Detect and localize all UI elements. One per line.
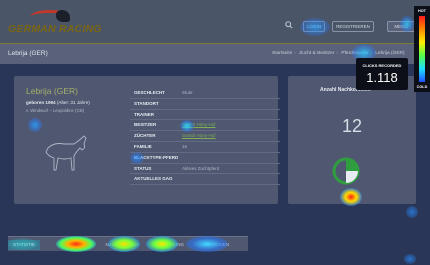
detail-label: TRAINER [134, 111, 154, 117]
search-icon[interactable] [285, 21, 293, 29]
detail-label: BLACKTYPE-PFERD [134, 154, 179, 160]
register-button[interactable]: REGISTRIEREN [332, 21, 374, 32]
detail-label: BESITZER [134, 122, 157, 128]
horse-name: Lebrija (GER) [26, 86, 78, 96]
german-racing-logo[interactable]: GERMAN RACING [8, 10, 101, 36]
tab-auktionen[interactable]: AUKTIONEN [194, 240, 238, 250]
detail-row-besitzer: BESITZER Gestüt Höny-Hof [130, 120, 280, 132]
detail-label: FAMILIE [134, 143, 152, 149]
horse-birth: geboren 1994 (Alter: 31 Jahre) [26, 100, 90, 105]
detail-value: Stute [182, 90, 193, 95]
offspring-pie-chart [332, 157, 360, 185]
profile-tabs: STATISTIK RENNEN NACHKOMMEN ABSTAMMUNG A… [8, 236, 248, 251]
detail-label: STATUS [134, 165, 152, 171]
detail-row-familie: FAMILIE 16 [130, 142, 280, 153]
horse-details-table: GESCHLECHT Stute STANDORT TRAINER BESITZE… [130, 88, 280, 186]
breadcrumb-separator: › [336, 51, 339, 56]
detail-row-geschlecht: GESCHLECHT Stute [130, 88, 280, 99]
detail-row-status: STATUS Aktives Zuchtpferd [130, 164, 280, 175]
breadcrumb-separator: › [370, 51, 372, 56]
detail-value: 16 [182, 143, 188, 149]
detail-row-blacktype: BLACKTYPE-PFERD [130, 153, 280, 164]
horse-profile-card: Lebrija (GER) geboren 1994 (Alter: 31 Ja… [14, 76, 280, 204]
legend-gradient-bar [419, 16, 425, 82]
horse-illustration-icon [45, 135, 87, 171]
tab-statistik[interactable]: STATISTIK [8, 240, 40, 250]
heatmap-legend: HOT COLD [414, 6, 430, 92]
breadcrumb-item-home[interactable]: Startseite [272, 51, 292, 56]
logo-horse-icon [56, 10, 70, 22]
detail-label: AKTUELLES GAG [134, 176, 173, 182]
page-title: Lebrija (GER) [8, 50, 48, 57]
offspring-card: Anzahl Nachkommen 12 [288, 76, 416, 204]
tab-abstammung[interactable]: ABSTAMMUNG [148, 240, 188, 250]
clicks-recorded-value: 1.118 [366, 70, 398, 85]
owner-link[interactable]: Gestüt Höny-Hof [182, 122, 216, 127]
breadcrumb-separator: › [294, 51, 296, 56]
horse-born-year: geboren 1994 [26, 100, 56, 105]
legend-cold-label: COLD [416, 85, 428, 89]
detail-value: Aktives Zuchtpferd [182, 165, 220, 171]
detail-row-zuechter: ZÜCHTER Gestüt Höny-Hof [130, 131, 280, 142]
horse-age: (Alter: 31 Jahre) [56, 100, 90, 105]
login-button[interactable]: LOGIN [303, 21, 325, 32]
clicks-recorded-label: CLICKS RECORDED [362, 63, 402, 68]
breadcrumb: Startseite › Zucht & Besitzer › Pferdesuch… [272, 51, 407, 56]
detail-row-trainer: TRAINER [130, 110, 280, 121]
detail-label: ZÜCHTER [134, 133, 156, 139]
menu-button[interactable]: MENÜ [387, 21, 415, 32]
breadcrumb-item-current: Lebrija (GER) [375, 51, 405, 56]
tab-rennen[interactable]: RENNEN [52, 240, 92, 250]
detail-row-standort: STANDORT [130, 99, 280, 110]
heat-spot [406, 206, 418, 218]
breadcrumb-item-search[interactable]: Pferdesuche [341, 51, 368, 56]
detail-label: STANDORT [134, 100, 159, 106]
site-header: GERMAN RACING LOGIN REGISTRIEREN MENÜ [0, 0, 430, 43]
clicks-recorded-panel: CLICKS RECORDED 1.118 [356, 58, 408, 90]
heat-spot [404, 254, 416, 264]
breeder-link[interactable]: Gestüt Höny-Hof [182, 133, 216, 138]
offspring-count: 12 [341, 116, 363, 136]
breadcrumb-item-zucht[interactable]: Zucht & Besitzer [299, 51, 334, 56]
detail-label: GESCHLECHT [134, 90, 166, 95]
horse-lineage: v. Windwurf – Leopoldine (GB) [26, 108, 85, 113]
legend-hot-label: HOT [417, 9, 426, 13]
tab-nachkommen[interactable]: NACHKOMMEN [102, 240, 142, 250]
logo-text: GERMAN RACING [8, 23, 102, 35]
detail-row-gag: AKTUELLES GAG [130, 174, 280, 186]
